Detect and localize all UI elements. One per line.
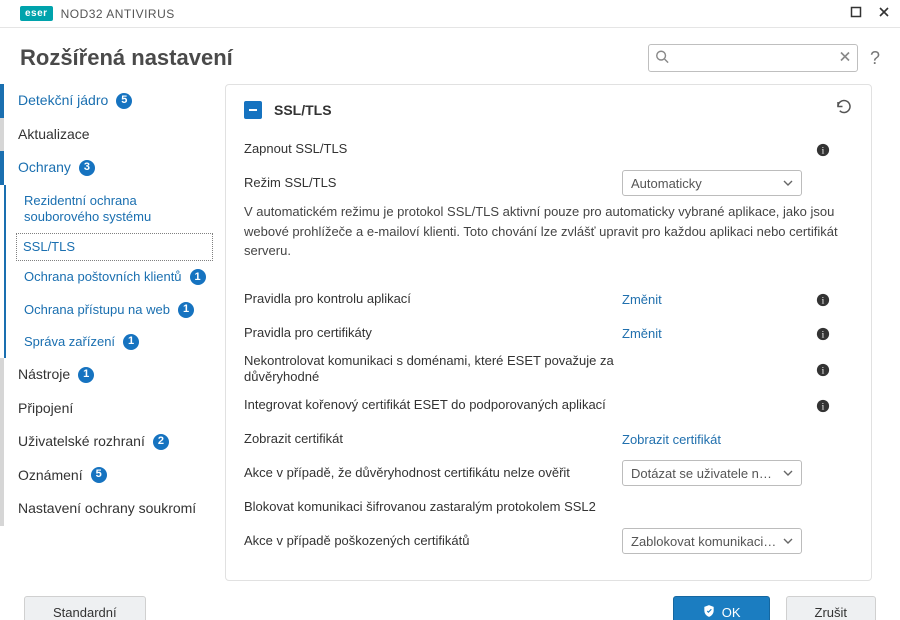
ok-button[interactable]: OK [673, 596, 770, 620]
sidebar-item-label: Ochrany [18, 159, 71, 177]
undo-icon[interactable] [835, 99, 853, 120]
info-icon[interactable]: i [810, 292, 830, 308]
clear-search-icon[interactable] [839, 51, 851, 66]
sidebar-badge: 2 [153, 434, 169, 450]
sidebar-item-label: Připojení [18, 400, 73, 418]
select-value: Dotázat se uživatele na platn… [631, 466, 777, 481]
sidebar-item-tools[interactable]: Nástroje 1 [0, 358, 225, 392]
sidebar-item-label: Uživatelské rozhraní [18, 433, 145, 451]
row-label-show-cert: Zobrazit certifikát [244, 431, 614, 448]
button-label: OK [722, 605, 741, 620]
sidebar-item-detection-engine[interactable]: Detekční jádro 5 [0, 84, 225, 118]
sidebar-item-update[interactable]: Aktualizace [0, 118, 225, 152]
button-label: Zrušit [815, 605, 848, 620]
sidebar-item-label: Správa zařízení [24, 334, 115, 350]
sidebar-item-label: Detekční jádro [18, 92, 108, 110]
close-icon[interactable] [878, 6, 890, 21]
sidebar-item-web[interactable]: Ochrana přístupu na web 1 [6, 294, 225, 326]
settings-panel: SSL/TLS Zapnout SSL/TLS i Režim SSL/TLS … [225, 84, 872, 581]
row-label-certrules: Pravidla pro certifikáty [244, 325, 614, 342]
sidebar-item-realtime[interactable]: Rezidentní ochrana souborového systému [6, 185, 225, 234]
sidebar-item-label: SSL/TLS [23, 239, 75, 255]
select-value: Zablokovat komunikaci využí… [631, 534, 777, 549]
select-ssltls-mode[interactable]: Automaticky [622, 170, 802, 196]
sidebar-badge: 1 [123, 334, 139, 350]
sidebar-item-label: Ochrana poštovních klientů [24, 269, 182, 285]
sidebar-item-ui[interactable]: Uživatelské rozhraní 2 [0, 425, 225, 459]
mode-description: V automatickém režimu je protokol SSL/TL… [244, 202, 853, 261]
cancel-button[interactable]: Zrušit [786, 596, 877, 620]
sidebar-item-connection[interactable]: Připojení [0, 392, 225, 426]
select-value: Automaticky [631, 176, 702, 191]
sidebar: Detekční jádro 5 Aktualizace Ochrany 3 R… [0, 84, 225, 584]
row-label-block-ssl2: Blokovat komunikaci šifrovanou zastaralý… [244, 499, 614, 516]
shield-icon [702, 604, 716, 620]
sidebar-item-ssltls[interactable]: SSL/TLS [16, 233, 213, 261]
default-button[interactable]: Standardní [24, 596, 146, 620]
row-label-untrusted: Akce v případě, že důvěryhodnost certifi… [244, 465, 614, 482]
link-show-cert[interactable]: Zobrazit certifikát [622, 432, 802, 447]
search-input[interactable] [648, 44, 858, 72]
row-label-damaged: Akce v případě poškozených certifikátů [244, 533, 614, 550]
brand-badge: eser [20, 6, 53, 21]
brand-name: NOD32 ANTIVIRUS [61, 7, 175, 21]
sidebar-item-label: Rezidentní ochrana souborového systému [24, 193, 215, 226]
sidebar-badge: 5 [91, 467, 107, 483]
sidebar-item-privacy[interactable]: Nastavení ochrany soukromí [0, 492, 225, 526]
sidebar-item-label: Nástroje [18, 366, 70, 384]
sidebar-badge: 3 [79, 160, 95, 176]
sidebar-badge: 1 [78, 367, 94, 383]
sidebar-badge: 5 [116, 93, 132, 109]
maximize-icon[interactable] [850, 6, 862, 21]
row-label-trusted-domains: Nekontrolovat komunikaci s doménami, kte… [244, 353, 614, 387]
select-untrusted-action[interactable]: Dotázat se uživatele na platn… [622, 460, 802, 486]
search-icon [655, 50, 669, 67]
info-icon[interactable]: i [810, 362, 830, 378]
sidebar-item-label: Aktualizace [18, 126, 90, 144]
chevron-down-icon [783, 534, 793, 549]
svg-text:i: i [822, 296, 825, 307]
sidebar-item-protections[interactable]: Ochrany 3 [0, 151, 225, 185]
link-edit-cert-rules[interactable]: Změnit [622, 326, 802, 341]
button-label: Standardní [53, 605, 117, 620]
chevron-down-icon [783, 466, 793, 481]
page-title: Rozšířená nastavení [20, 45, 233, 71]
svg-text:i: i [822, 145, 825, 156]
svg-text:i: i [822, 330, 825, 341]
sidebar-badge: 1 [178, 302, 194, 318]
collapse-icon[interactable] [244, 101, 262, 119]
row-label-root-cert: Integrovat kořenový certifikát ESET do p… [244, 397, 614, 414]
svg-text:i: i [822, 402, 825, 413]
svg-text:i: i [822, 366, 825, 377]
row-label-apprules: Pravidla pro kontrolu aplikací [244, 291, 614, 308]
sidebar-item-mail[interactable]: Ochrana poštovních klientů 1 [6, 261, 225, 293]
sidebar-item-notifications[interactable]: Oznámení 5 [0, 459, 225, 493]
panel-title: SSL/TLS [274, 102, 823, 118]
sidebar-item-device[interactable]: Správa zařízení 1 [6, 326, 225, 358]
help-icon[interactable]: ? [870, 48, 880, 69]
link-edit-app-rules[interactable]: Změnit [622, 292, 802, 307]
sidebar-badge: 1 [190, 269, 206, 285]
info-icon[interactable]: i [810, 398, 830, 414]
row-label-enable: Zapnout SSL/TLS [244, 141, 614, 158]
sidebar-item-label: Oznámení [18, 467, 83, 485]
sidebar-item-label: Ochrana přístupu na web [24, 302, 170, 318]
info-icon[interactable]: i [810, 141, 830, 157]
sidebar-item-label: Nastavení ochrany soukromí [18, 500, 196, 518]
select-damaged-cert-action[interactable]: Zablokovat komunikaci využí… [622, 528, 802, 554]
chevron-down-icon [783, 176, 793, 191]
row-label-mode: Režim SSL/TLS [244, 175, 614, 192]
info-icon[interactable]: i [810, 326, 830, 342]
